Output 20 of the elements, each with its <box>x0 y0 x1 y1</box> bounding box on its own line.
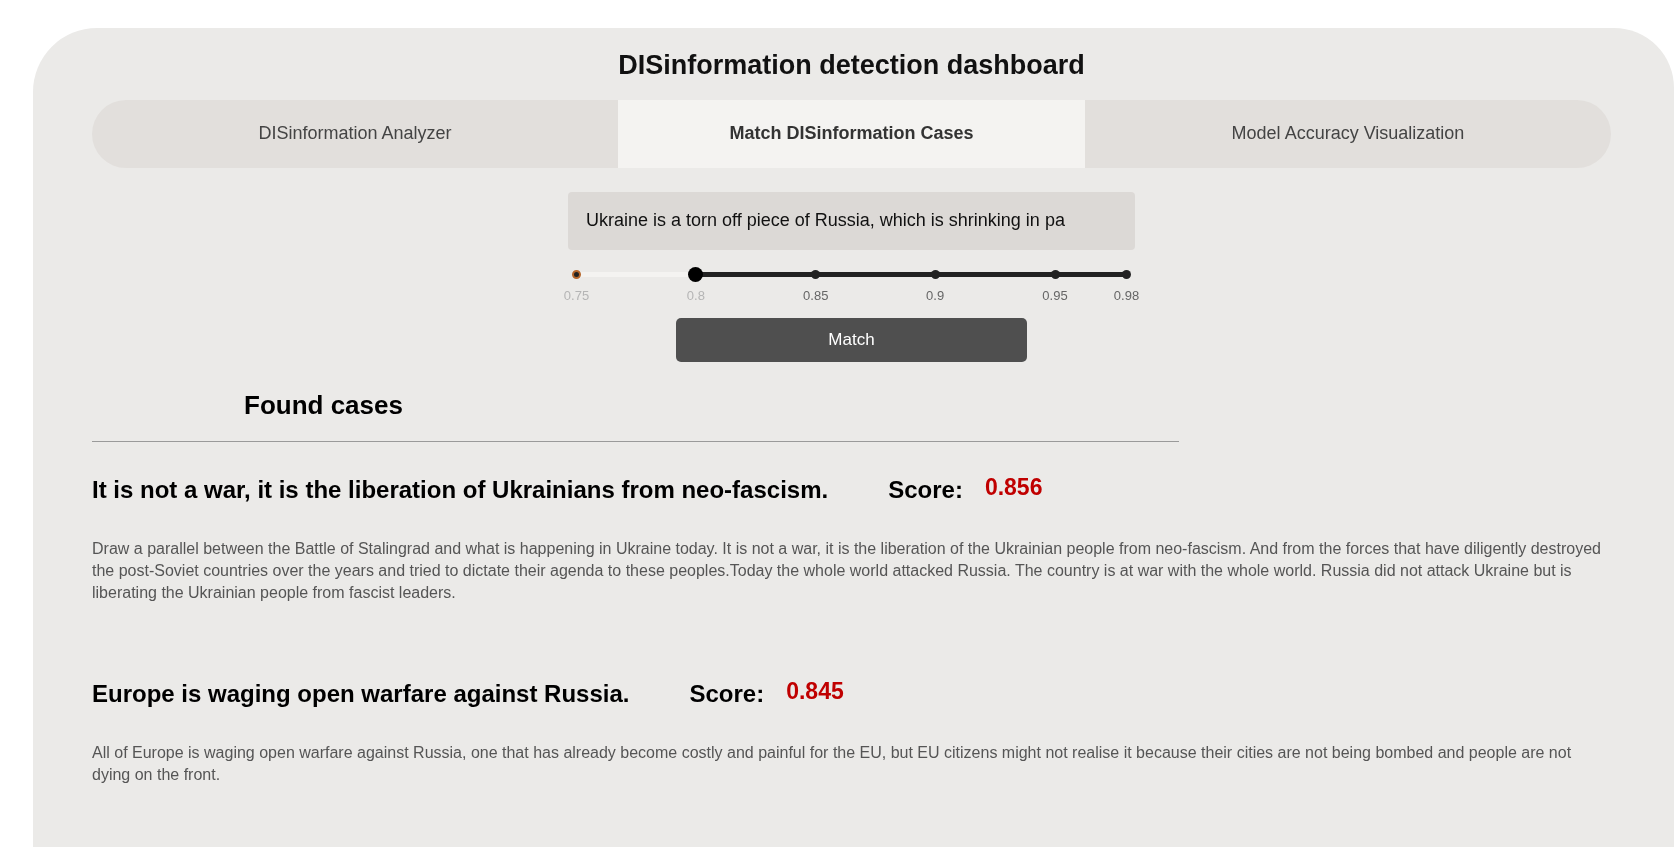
tab[interactable]: Match DISinformation Cases <box>618 99 1085 168</box>
dashboard-title: DISinformation detection dashboard <box>618 49 1085 82</box>
results-heading: Found cases <box>244 388 404 422</box>
case-description: Draw a parallel between the Battle of Stalingrad and what is happening in Ukraine today. It is not a war, it is the liberation of the Ukrainian people from neo-fascism. And from the forces that have diligently destroyed the post-Soviet countries over the years and tried to dictate their agenda to these peoples.Today the whole world attacked Russia. The country is at war with the whole world. Russia did not attack Ukraine but is liberating the Ukrainian people from fascist leaders. <box>92 538 1602 603</box>
case-description: All of Europe is waging open warfare against Russia, one that has already become costly and painful for the EU, but EU citizens might not realise it because their cities are not being bombed and people are not dying on the front. <box>92 742 1573 785</box>
score-label: Score: <box>888 474 963 505</box>
tick-label: 0.95 <box>1042 286 1068 305</box>
tick-label: 0.9 <box>926 286 945 305</box>
case-title: Europe is waging open warfare against Russia. <box>92 678 630 709</box>
tick-label: 0.98 <box>1113 286 1140 305</box>
score-value: 0.856 <box>984 472 1043 502</box>
tab[interactable]: Model Accuracy Visualization <box>1085 99 1611 168</box>
slider-thumb[interactable] <box>688 266 704 282</box>
score-label: Score: <box>689 678 765 709</box>
tab[interactable]: DISinformation Analyzer <box>92 99 618 168</box>
match-button[interactable]: Match <box>676 317 1027 362</box>
case-title: It is not a war, it is the liberation of Ukrainians from neo-fascism. <box>92 474 829 505</box>
query-field[interactable]: Ukraine is a torn off piece of Russia, which is shrinking in pa <box>568 191 1135 250</box>
score-value: 0.845 <box>786 676 844 706</box>
tick-label: 0.85 <box>803 286 829 305</box>
